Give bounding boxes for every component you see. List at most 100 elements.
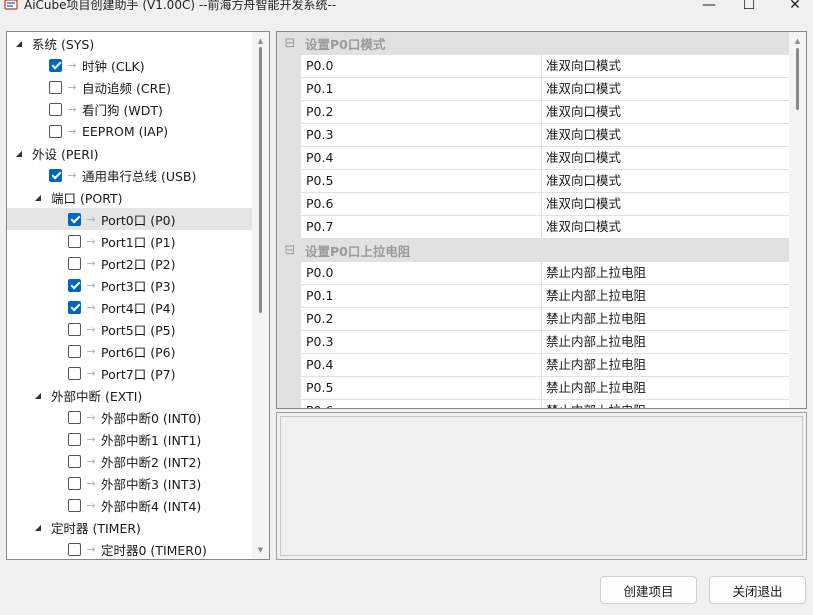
property-category[interactable]: ⊟ 设置P0口上拉电阻 — [277, 239, 789, 262]
property-value[interactable]: 准双向口模式 — [542, 55, 789, 77]
property-row[interactable]: P0.0 准双向口模式 — [277, 55, 789, 78]
property-row[interactable]: P0.2 准双向口模式 — [277, 101, 789, 124]
close-button[interactable]: ✕ — [772, 0, 813, 14]
property-row[interactable]: P0.6禁止内部上拉电阻 — [277, 400, 789, 408]
property-row[interactable]: P0.3 禁止内部上拉电阻 — [277, 331, 789, 354]
tree-item-checkbox[interactable] — [68, 256, 81, 270]
tree-item[interactable]: ◢ 外部中断 (EXTI) — [7, 384, 252, 406]
grid-scrollbar[interactable]: ▲ — [789, 32, 806, 408]
property-value[interactable]: 禁止内部上拉电阻 — [542, 262, 789, 284]
property-row[interactable]: P0.0 禁止内部上拉电阻 — [277, 262, 789, 285]
property-row[interactable]: P0.4 禁止内部上拉电阻 — [277, 354, 789, 377]
tree-item[interactable]: ◢ 定时器 (TIMER) — [7, 516, 252, 538]
property-row[interactable]: P0.7 准双向口模式 — [277, 216, 789, 239]
property-value[interactable]: 准双向口模式 — [542, 124, 789, 146]
expand-triangle-icon[interactable]: ◢ — [32, 186, 44, 208]
property-row[interactable]: P0.3 准双向口模式 — [277, 124, 789, 147]
tree-item[interactable]: → 外部中断2 (INT2) — [7, 450, 252, 472]
property-value[interactable]: 禁止内部上拉电阻 — [542, 285, 789, 307]
expand-triangle-icon[interactable]: ◢ — [13, 142, 25, 164]
tree-item-checkbox[interactable] — [68, 212, 81, 226]
tree-item-checkbox[interactable] — [68, 234, 81, 248]
expand-triangle-icon[interactable]: ◢ — [32, 384, 44, 406]
tree-item[interactable]: → 外部中断1 (INT1) — [7, 428, 252, 450]
create-project-button[interactable]: 创建项目 — [600, 576, 697, 604]
tree-item[interactable]: → Port1口 (P1) — [7, 230, 252, 252]
tree-item[interactable]: → 时钟 (CLK) — [7, 54, 252, 76]
tree-item-checkbox[interactable] — [68, 432, 81, 446]
tree-item-label: EEPROM (IAP) — [82, 123, 169, 139]
tree-item-checkbox[interactable] — [68, 410, 81, 424]
tree-item-checkbox[interactable] — [49, 124, 62, 138]
tree-item[interactable]: ◢ 系统 (SYS) — [7, 32, 252, 54]
property-row[interactable]: P0.1 禁止内部上拉电阻 — [277, 285, 789, 308]
tree-item-checkbox[interactable] — [68, 278, 81, 292]
tree-item-checkbox[interactable] — [68, 366, 81, 380]
tree-item[interactable]: → 通用串行总线 (USB) — [7, 164, 252, 186]
tree-item-checkbox[interactable] — [49, 102, 62, 116]
tree-item[interactable]: → 外部中断4 (INT4) — [7, 494, 252, 516]
collapse-icon[interactable]: ⊟ — [281, 243, 299, 258]
property-value[interactable]: 准双向口模式 — [542, 193, 789, 215]
peripheral-tree[interactable]: ◢ 系统 (SYS) → 时钟 (CLK) → 自动追频 (CRE) → 看门狗 (WDT) →… — [6, 31, 270, 560]
tree-item[interactable]: → Port2口 (P2) — [7, 252, 252, 274]
tree-item-checkbox[interactable] — [49, 58, 62, 72]
property-value[interactable]: 准双向口模式 — [542, 101, 789, 123]
tree-item[interactable]: → 定时器0 (TIMER0) — [7, 538, 252, 559]
expand-triangle-icon[interactable]: ◢ — [13, 32, 25, 54]
collapse-icon[interactable]: ⊟ — [281, 36, 299, 51]
tree-item[interactable]: → Port5口 (P5) — [7, 318, 252, 340]
tree-item[interactable]: → Port6口 (P6) — [7, 340, 252, 362]
tree-item-checkbox[interactable] — [49, 168, 62, 182]
property-value[interactable]: 禁止内部上拉电阻 — [542, 331, 789, 353]
property-category[interactable]: ⊟ 设置P0口模式 — [277, 32, 789, 55]
tree-scrollbar[interactable]: ▲ ▼ — [252, 32, 269, 559]
tree-item-checkbox[interactable] — [68, 300, 81, 314]
tree-item[interactable]: → EEPROM (IAP) — [7, 120, 252, 142]
scroll-down-arrow-icon[interactable]: ▼ — [252, 544, 269, 556]
property-row[interactable]: P0.4 准双向口模式 — [277, 147, 789, 170]
tree-item[interactable]: → 自动追频 (CRE) — [7, 76, 252, 98]
tree-item-checkbox[interactable] — [68, 454, 81, 468]
property-row[interactable]: P0.2 禁止内部上拉电阻 — [277, 308, 789, 331]
tree-item-checkbox[interactable] — [68, 542, 81, 556]
scroll-up-arrow-icon[interactable]: ▲ — [789, 35, 806, 47]
property-grid[interactable]: ⊟ 设置P0口模式 P0.0 准双向口模式 P0.1 准双向口模式 P0.2 准双向口模式 P0… — [276, 31, 807, 409]
property-row[interactable]: P0.5 准双向口模式 — [277, 170, 789, 193]
maximize-button[interactable]: ☐ — [726, 0, 772, 14]
tree-item-label: Port1口 (P1) — [101, 234, 176, 250]
property-value[interactable]: 禁止内部上拉电阻 — [542, 400, 789, 408]
tree-item[interactable]: ◢ 外设 (PERI) — [7, 142, 252, 164]
property-value[interactable]: 禁止内部上拉电阻 — [542, 354, 789, 376]
property-value[interactable]: 禁止内部上拉电阻 — [542, 377, 789, 399]
tree-item-checkbox[interactable] — [68, 344, 81, 358]
property-row[interactable]: P0.1 准双向口模式 — [277, 78, 789, 101]
property-value[interactable]: 准双向口模式 — [542, 78, 789, 100]
tree-scrollbar-thumb[interactable] — [259, 47, 262, 313]
tree-item[interactable]: → 外部中断0 (INT0) — [7, 406, 252, 428]
scroll-up-arrow-icon[interactable]: ▲ — [252, 35, 269, 47]
expand-triangle-icon[interactable]: ◢ — [32, 516, 44, 538]
property-row[interactable]: P0.5 禁止内部上拉电阻 — [277, 377, 789, 400]
tree-item-checkbox[interactable] — [68, 322, 81, 336]
property-value[interactable]: 禁止内部上拉电阻 — [542, 308, 789, 330]
property-value[interactable]: 准双向口模式 — [542, 170, 789, 192]
tree-item-checkbox[interactable] — [68, 498, 81, 512]
tree-item-checkbox[interactable] — [49, 80, 62, 94]
tree-item-label: Port0口 (P0) — [101, 212, 176, 228]
property-row[interactable]: P0.6 准双向口模式 — [277, 193, 789, 216]
tree-item[interactable]: → Port7口 (P7) — [7, 362, 252, 384]
tree-item[interactable]: → 外部中断3 (INT3) — [7, 472, 252, 494]
tree-item[interactable]: → 看门狗 (WDT) — [7, 98, 252, 120]
tree-item-checkbox[interactable] — [68, 476, 81, 490]
tree-item[interactable]: → Port4口 (P4) — [7, 296, 252, 318]
tree-item[interactable]: ◢ 端口 (PORT) — [7, 186, 252, 208]
tree-item[interactable]: → Port0口 (P0) — [7, 208, 252, 230]
property-value[interactable]: 准双向口模式 — [542, 147, 789, 169]
property-name: P0.0 — [301, 262, 541, 284]
arrow-right-icon: → — [67, 58, 77, 72]
property-value[interactable]: 准双向口模式 — [542, 216, 789, 238]
close-exit-button[interactable]: 关闭退出 — [709, 576, 806, 604]
grid-scrollbar-thumb[interactable] — [796, 48, 799, 110]
tree-item[interactable]: → Port3口 (P3) — [7, 274, 252, 296]
